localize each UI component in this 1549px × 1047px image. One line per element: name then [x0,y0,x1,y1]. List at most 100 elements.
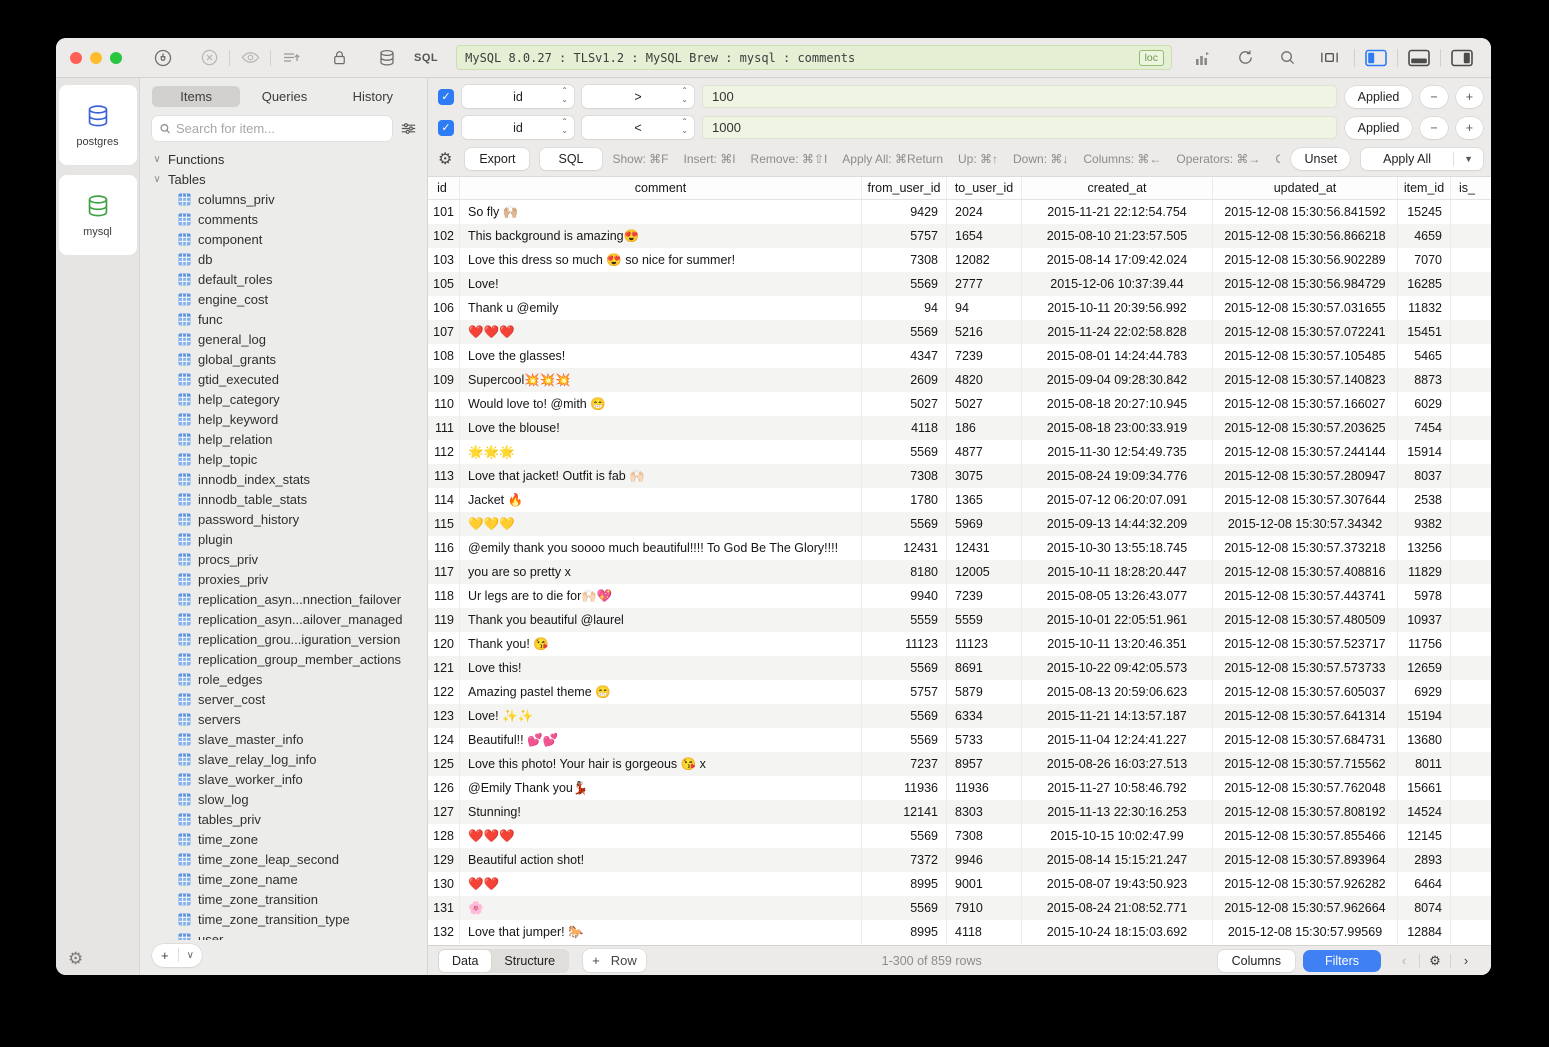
cell-created-at[interactable]: 2015-08-05 13:26:43.077 [1022,584,1213,608]
cell-created-at[interactable]: 2015-07-12 06:20:07.091 [1022,488,1213,512]
cell-item-id[interactable]: 15194 [1398,704,1451,728]
sidebar-table-item[interactable]: slave_master_info [152,729,417,749]
cell-is[interactable] [1451,248,1491,272]
filter-operator-select[interactable]: > ⌃⌄ [582,85,694,108]
table-row[interactable]: 115 💛💛💛 5569 5969 2015-09-13 14:44:32.20… [428,512,1491,536]
sidebar-table-item[interactable]: time_zone_name [152,869,417,889]
cell-from-user-id[interactable]: 7237 [862,752,947,776]
cell-to-user-id[interactable]: 2777 [947,272,1022,296]
cell-item-id[interactable]: 6464 [1398,872,1451,896]
table-row[interactable]: 117 you are so pretty x 8180 12005 2015-… [428,560,1491,584]
filter-field-select[interactable]: id ⌃⌄ [462,85,574,108]
cell-item-id[interactable]: 2893 [1398,848,1451,872]
tab-queries[interactable]: Queries [240,86,328,107]
filter-applied-button[interactable]: Applied [1345,86,1413,108]
cell-created-at[interactable]: 2015-09-04 09:28:30.842 [1022,368,1213,392]
sidebar-table-item[interactable]: user [152,929,417,940]
cell-from-user-id[interactable]: 5757 [862,224,947,248]
filter-settings-icon[interactable] [400,121,417,136]
filter-value-input[interactable] [702,85,1337,108]
cell-item-id[interactable]: 8074 [1398,896,1451,920]
sidebar-table-item[interactable]: plugin [152,529,417,549]
sidebar-table-item[interactable]: time_zone_leap_second [152,849,417,869]
tree-group-functions[interactable]: ∨ Functions [152,149,417,169]
cell-from-user-id[interactable]: 5569 [862,704,947,728]
apply-all-button[interactable]: Apply All ▼ [1361,148,1483,170]
cell-item-id[interactable]: 4659 [1398,224,1451,248]
cell-id[interactable]: 130 [428,872,460,896]
filter-value-input[interactable] [702,116,1337,139]
lock-icon[interactable] [322,47,356,69]
cell-id[interactable]: 124 [428,728,460,752]
table-row[interactable]: 121 Love this! 5569 8691 2015-10-22 09:4… [428,656,1491,680]
cell-comment[interactable]: Love this dress so much 😍 so nice for su… [460,248,862,272]
cell-updated-at[interactable]: 2015-12-08 15:30:57.523717 [1213,632,1398,656]
cell-created-at[interactable]: 2015-08-07 19:43:50.923 [1022,872,1213,896]
cell-to-user-id[interactable]: 1365 [947,488,1022,512]
table-row[interactable]: 112 🌟🌟🌟 5569 4877 2015-11-30 12:54:49.73… [428,440,1491,464]
table-row[interactable]: 125 Love this photo! Your hair is gorgeo… [428,752,1491,776]
cell-updated-at[interactable]: 2015-12-08 15:30:57.244144 [1213,440,1398,464]
cell-id[interactable]: 128 [428,824,460,848]
cell-to-user-id[interactable]: 7239 [947,584,1022,608]
cell-is[interactable] [1451,896,1491,920]
cell-created-at[interactable]: 2015-09-13 14:44:32.209 [1022,512,1213,536]
cell-to-user-id[interactable]: 4877 [947,440,1022,464]
cell-updated-at[interactable]: 2015-12-08 15:30:57.140823 [1213,368,1398,392]
cell-from-user-id[interactable]: 12141 [862,800,947,824]
minimize-window-button[interactable] [90,52,102,64]
cell-is[interactable] [1451,344,1491,368]
cell-updated-at[interactable]: 2015-12-08 15:30:57.373218 [1213,536,1398,560]
sidebar-table-item[interactable]: db [152,249,417,269]
cell-to-user-id[interactable]: 3075 [947,464,1022,488]
filter-remove-button[interactable]: − [1420,117,1447,139]
cell-to-user-id[interactable]: 4118 [947,920,1022,944]
columns-button[interactable]: Columns [1218,950,1295,972]
cell-to-user-id[interactable]: 7308 [947,824,1022,848]
cell-is[interactable] [1451,296,1491,320]
cell-is[interactable] [1451,680,1491,704]
sidebar-table-item[interactable]: help_category [152,389,417,409]
sql-editor-icon[interactable]: SQL [414,52,438,64]
cell-id[interactable]: 125 [428,752,460,776]
column-header-is[interactable]: is_ [1451,177,1491,199]
cell-updated-at[interactable]: 2015-12-08 15:30:57.408816 [1213,560,1398,584]
cell-from-user-id[interactable]: 1780 [862,488,947,512]
cell-updated-at[interactable]: 2015-12-08 15:30:57.307644 [1213,488,1398,512]
zoom-window-button[interactable] [110,52,122,64]
cell-id[interactable]: 105 [428,272,460,296]
cell-is[interactable] [1451,848,1491,872]
table-row[interactable]: 124 Beautiful!! 💕💕 5569 5733 2015-11-04 … [428,728,1491,752]
cell-is[interactable] [1451,728,1491,752]
cell-updated-at[interactable]: 2015-12-08 15:30:56.866218 [1213,224,1398,248]
connection-plug-icon[interactable] [146,47,180,69]
cell-created-at[interactable]: 2015-10-11 13:20:46.351 [1022,632,1213,656]
cell-comment[interactable]: Supercool💥💥💥 [460,368,862,392]
table-row[interactable]: 120 Thank you! 😘 11123 11123 2015-10-11 … [428,632,1491,656]
cell-created-at[interactable]: 2015-08-26 16:03:27.513 [1022,752,1213,776]
cell-is[interactable] [1451,752,1491,776]
cell-comment[interactable]: @Emily Thank you💃🏽 [460,776,862,800]
cell-comment[interactable]: ❤️❤️❤️ [460,320,862,344]
cell-to-user-id[interactable]: 8303 [947,800,1022,824]
cell-comment[interactable]: you are so pretty x [460,560,862,584]
filter-add-button[interactable]: + [1456,117,1483,139]
table-row[interactable]: 122 Amazing pastel theme 😁 5757 5879 201… [428,680,1491,704]
table-row[interactable]: 118 Ur legs are to die for🙌🏻💖 9940 7239 … [428,584,1491,608]
cell-item-id[interactable]: 13256 [1398,536,1451,560]
cell-id[interactable]: 132 [428,920,460,944]
cell-comment[interactable]: Beautiful!! 💕💕 [460,728,862,752]
sidebar-table-item[interactable]: time_zone [152,829,417,849]
cell-comment[interactable]: Love this photo! Your hair is gorgeous 😘… [460,752,862,776]
filter-gear-icon[interactable]: ⚙ [438,149,452,169]
cell-created-at[interactable]: 2015-10-11 20:39:56.992 [1022,296,1213,320]
search-input[interactable] [176,121,385,136]
cell-id[interactable]: 112 [428,440,460,464]
column-header-to-user-id[interactable]: to_user_id [947,177,1022,199]
cell-to-user-id[interactable]: 8957 [947,752,1022,776]
cell-id[interactable]: 122 [428,680,460,704]
export-button[interactable]: Export [465,148,529,170]
cell-to-user-id[interactable]: 12082 [947,248,1022,272]
cell-from-user-id[interactable]: 5569 [862,728,947,752]
cell-to-user-id[interactable]: 12005 [947,560,1022,584]
